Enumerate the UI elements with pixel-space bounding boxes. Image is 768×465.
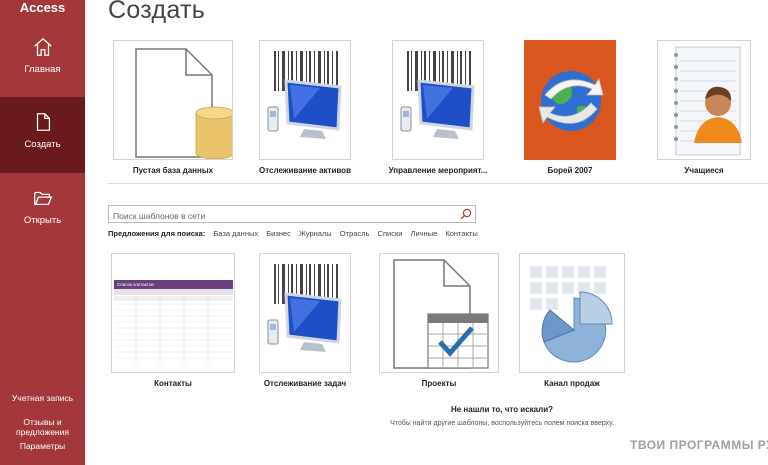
template-thumbnail (379, 253, 499, 373)
globe-arrows-icon (538, 71, 604, 131)
suggestion-link[interactable]: Контакты (445, 229, 477, 238)
template-search-box (108, 205, 476, 224)
app-name: Access (19, 0, 66, 15)
suggestion-link[interactable]: Отрасль (340, 229, 370, 238)
computer-barcode-icon (267, 264, 342, 352)
computer-barcode-icon (267, 51, 342, 139)
template-thumbnail (519, 253, 625, 373)
access-backstage: Access Главная Создать Открыть Учетная з… (0, 0, 768, 465)
blank-database-icon (135, 48, 232, 159)
template-thumbnail (259, 253, 351, 373)
open-folder-icon (33, 191, 52, 206)
template-thumbnail: Список контактов (111, 253, 235, 373)
template-label: Контакты (154, 379, 192, 388)
page-title: Создать (108, 0, 206, 24)
template-thumbnail (657, 40, 751, 160)
home-icon (33, 37, 52, 56)
divider (108, 183, 768, 184)
template-label: Пустая база данных (132, 166, 214, 175)
sidebar: Access Главная Создать Открыть Учетная з… (0, 0, 85, 465)
template-label: Проекты (421, 379, 457, 388)
template-thumbnail (113, 40, 233, 160)
sidebar-item-label: Главная (24, 64, 61, 75)
new-document-icon (36, 113, 50, 131)
search-icon[interactable] (460, 208, 472, 220)
sidebar-item-home[interactable]: Главная (0, 22, 85, 98)
template-thumbnail (524, 40, 616, 160)
sidebar-item-label: Открыть (23, 215, 62, 226)
suggestion-link[interactable]: База данных (213, 229, 258, 238)
sidebar-options[interactable]: Параметры (0, 441, 85, 451)
template-label: Канал продаж (544, 379, 600, 388)
template-thumbnail (259, 40, 351, 160)
pie-chart-icon (530, 266, 613, 363)
template-label: Учащиеся (684, 166, 724, 175)
suggestion-link[interactable]: Журналы (299, 229, 332, 238)
template-label: Борей 2007 (547, 166, 593, 175)
suggestions-label: Предложения для поиска: (108, 229, 206, 238)
not-found-title: Не нашли то, что искали? (450, 405, 554, 414)
not-found-hint: Чтобы найти другие шаблоны, воспользуйте… (390, 420, 614, 427)
watermark: ТВОИ ПРОГРАММЫ РУ (630, 438, 768, 452)
student-notebook-icon (674, 46, 742, 156)
suggestion-link[interactable]: Бизнес (266, 229, 291, 238)
contacts-grid (114, 296, 233, 364)
suggestion-link[interactable]: Списки (378, 229, 403, 238)
suggestion-link[interactable]: Личные (411, 229, 438, 238)
search-input[interactable] (109, 208, 449, 224)
template-label: Отслеживание задач (263, 379, 347, 388)
sidebar-item-label: Создать (24, 139, 61, 150)
sidebar-account[interactable]: Учетная запись (0, 393, 85, 403)
computer-barcode-icon (400, 51, 475, 139)
sidebar-feedback[interactable]: Отзывы и предложения (0, 417, 85, 437)
template-thumbnail (392, 40, 484, 160)
sidebar-item-new[interactable]: Создать (0, 97, 85, 173)
template-label: Отслеживание активов (259, 166, 351, 175)
document-calendar-icon (393, 259, 489, 369)
template-label: Управление мероприят... (388, 166, 488, 175)
sidebar-item-open[interactable]: Открыть (0, 173, 85, 249)
search-suggestions: Предложения для поиска: База данных Бизн… (108, 229, 478, 238)
